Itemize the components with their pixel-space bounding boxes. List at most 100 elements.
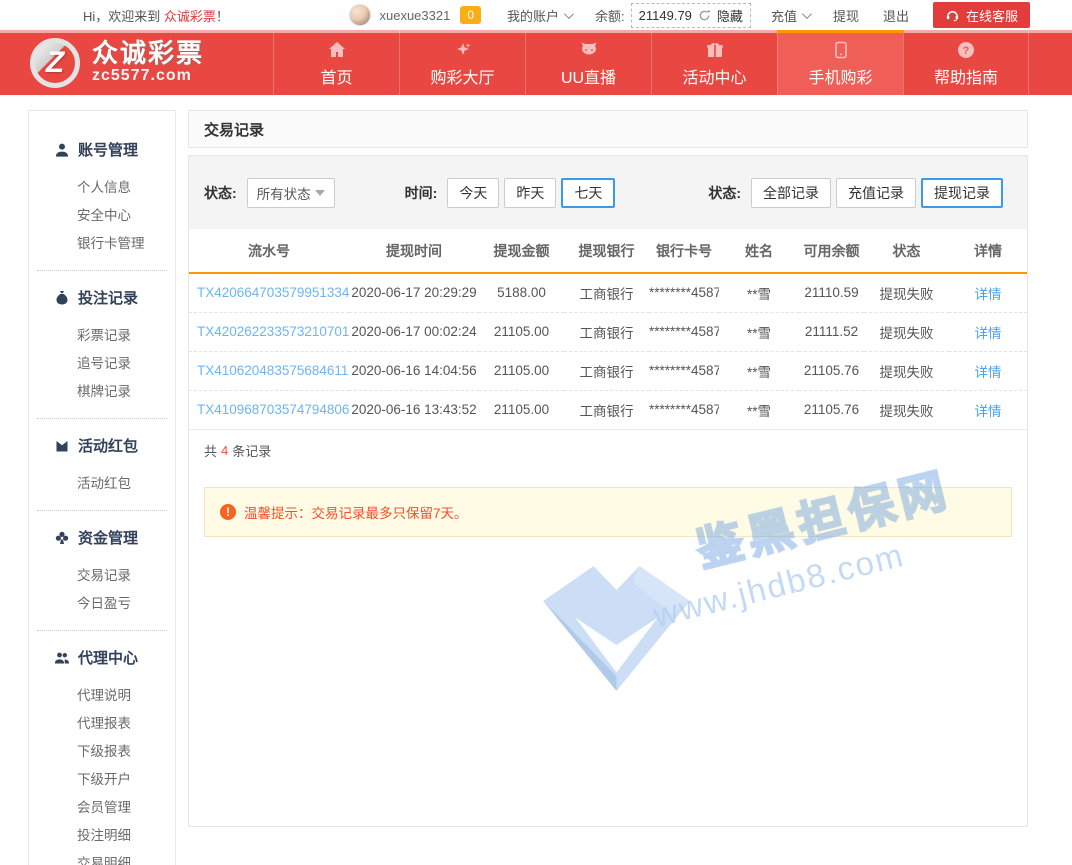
sidebar-group-funds: 交易记录今日盈亏 — [29, 562, 175, 618]
gift-icon — [705, 38, 725, 60]
type-filter-withdraw[interactable]: 提现记录 — [921, 178, 1003, 208]
phone-icon — [831, 38, 851, 60]
holder-name: **雪 — [719, 273, 799, 312]
detail-link[interactable]: 详情 — [975, 404, 1002, 419]
nav-label: 活动中心 — [682, 64, 746, 88]
sidebar-item[interactable]: 个人信息 — [29, 174, 175, 202]
bank-name: 工商银行 — [564, 390, 649, 429]
bank-name: 工商银行 — [564, 351, 649, 390]
col-header-name: 姓名 — [719, 229, 799, 273]
my-account-menu[interactable]: 我的账户 — [507, 6, 571, 25]
username[interactable]: xuexue3321 — [379, 8, 450, 23]
withdraw-time: 2020-06-16 13:43:52 — [349, 390, 479, 429]
record-count-number: 4 — [221, 443, 228, 458]
withdraw-amount: 21105.00 — [479, 312, 564, 351]
col-header-amount: 提现金额 — [479, 229, 564, 273]
divider — [37, 270, 167, 271]
sidebar-group-red-packet: 活动红包 — [29, 470, 175, 498]
sidebar-item[interactable]: 交易记录 — [29, 562, 175, 590]
record-count: 共 4 条记录 — [189, 429, 1027, 471]
detail-link[interactable]: 详情 — [975, 287, 1002, 302]
select-arrow-icon — [315, 190, 325, 196]
col-header-balance: 可用余额 — [799, 229, 864, 273]
sidebar-section-funds: 资金管理 — [29, 527, 175, 548]
sidebar-item[interactable]: 下级开户 — [29, 766, 175, 794]
greeting-prefix: Hi，欢迎来到 — [83, 9, 164, 24]
nav-item-help-guide[interactable]: ? 帮助指南 — [903, 30, 1029, 95]
cat-face-icon — [579, 38, 599, 60]
avatar[interactable] — [349, 4, 371, 26]
status-text: 提现失败 — [864, 390, 949, 429]
card-number: ********4587 — [649, 312, 719, 351]
txn-id[interactable]: TX410968703574794806 — [189, 390, 349, 429]
sidebar-item[interactable]: 下级报表 — [29, 738, 175, 766]
sidebar-item[interactable]: 交易明细 — [29, 850, 175, 865]
txn-id[interactable]: TX420262233573210701 — [189, 312, 349, 351]
table-body: TX4206647035799513342020-06-17 20:29:295… — [189, 273, 1027, 429]
sidebar-item[interactable]: 今日盈亏 — [29, 590, 175, 618]
sidebar-section-bet-records: 投注记录 — [29, 287, 175, 308]
sidebar-item[interactable]: 活动红包 — [29, 470, 175, 498]
online-service-label: 在线客服 — [966, 6, 1018, 25]
sidebar-item[interactable]: 银行卡管理 — [29, 230, 175, 258]
time-filter-today[interactable]: 今天 — [447, 178, 499, 208]
user-icon — [54, 142, 70, 158]
logout-link[interactable]: 退出 — [883, 6, 909, 25]
site-logo[interactable]: Z 众诚彩票 zc5577.com — [0, 30, 273, 95]
nav-label: UU直播 — [561, 64, 616, 88]
redpacket-icon — [54, 438, 70, 454]
card-number: ********4587 — [649, 273, 719, 312]
nav-label: 帮助指南 — [934, 64, 998, 88]
recharge-menu[interactable]: 充值 — [771, 6, 809, 25]
withdraw-link[interactable]: 提现 — [833, 6, 859, 25]
txn-id[interactable]: TX420664703579951334 — [189, 273, 349, 312]
table-row: TX4109687035747948062020-06-16 13:43:522… — [189, 390, 1027, 429]
txn-id[interactable]: TX410620483575684611 — [189, 351, 349, 390]
records-panel: 状态: 所有状态 时间: 今天 昨天 七天 状态: 全部记录 充值记录 提现记录 — [188, 155, 1028, 827]
col-header-txn-id: 流水号 — [189, 229, 349, 273]
nav-item-home[interactable]: 首页 — [273, 30, 399, 95]
type-filter-all[interactable]: 全部记录 — [751, 178, 831, 208]
detail-link[interactable]: 详情 — [975, 326, 1002, 341]
page-title: 交易记录 — [188, 110, 1028, 148]
agents-icon — [54, 650, 70, 666]
bank-name: 工商银行 — [564, 273, 649, 312]
message-count-badge[interactable]: 0 — [460, 6, 481, 24]
type-filter-recharge[interactable]: 充值记录 — [836, 178, 916, 208]
nav-item-activity-center[interactable]: 活动中心 — [651, 30, 777, 95]
col-header-time: 提现时间 — [349, 229, 479, 273]
available-balance: 21105.76 — [799, 351, 864, 390]
status-text: 提现失败 — [864, 312, 949, 351]
home-icon — [327, 38, 347, 60]
divider — [37, 418, 167, 419]
status-text: 提现失败 — [864, 273, 949, 312]
sidebar-item[interactable]: 投注明细 — [29, 822, 175, 850]
sidebar-item[interactable]: 安全中心 — [29, 202, 175, 230]
refresh-icon[interactable] — [698, 9, 711, 22]
nav-item-mobile-lottery[interactable]: 手机购彩 — [777, 30, 903, 95]
nav-item-lottery-hall[interactable]: 购彩大厅 — [399, 30, 525, 95]
sidebar-item[interactable]: 棋牌记录 — [29, 378, 175, 406]
greeting-suffix: ！ — [216, 9, 229, 24]
withdraw-time: 2020-06-17 00:02:24 — [349, 312, 479, 351]
balance-value: 21149.79 — [639, 8, 692, 23]
hide-balance-button[interactable]: 隐藏 — [717, 6, 743, 25]
nav-label: 购彩大厅 — [430, 64, 494, 88]
sidebar-item[interactable]: 彩票记录 — [29, 322, 175, 350]
sidebar-item[interactable]: 代理说明 — [29, 682, 175, 710]
detail-link[interactable]: 详情 — [975, 365, 1002, 380]
online-service-button[interactable]: 在线客服 — [933, 2, 1030, 28]
status-select[interactable]: 所有状态 — [247, 178, 335, 208]
sidebar-item[interactable]: 追号记录 — [29, 350, 175, 378]
logo-domain: zc5577.com — [92, 68, 204, 85]
warning-icon: ! — [220, 504, 236, 520]
sidebar-item[interactable]: 会员管理 — [29, 794, 175, 822]
sidebar-item[interactable]: 代理报表 — [29, 710, 175, 738]
site-watermark: 鉴黑担保网 www.jhdb8.com — [524, 506, 944, 726]
time-filter-seven-days[interactable]: 七天 — [561, 178, 615, 208]
divider — [37, 630, 167, 631]
logo-title: 众诚彩票 — [92, 40, 204, 67]
nav-item-uu-live[interactable]: UU直播 — [525, 30, 651, 95]
col-header-detail: 详情 — [949, 229, 1027, 273]
time-filter-yesterday[interactable]: 昨天 — [504, 178, 556, 208]
